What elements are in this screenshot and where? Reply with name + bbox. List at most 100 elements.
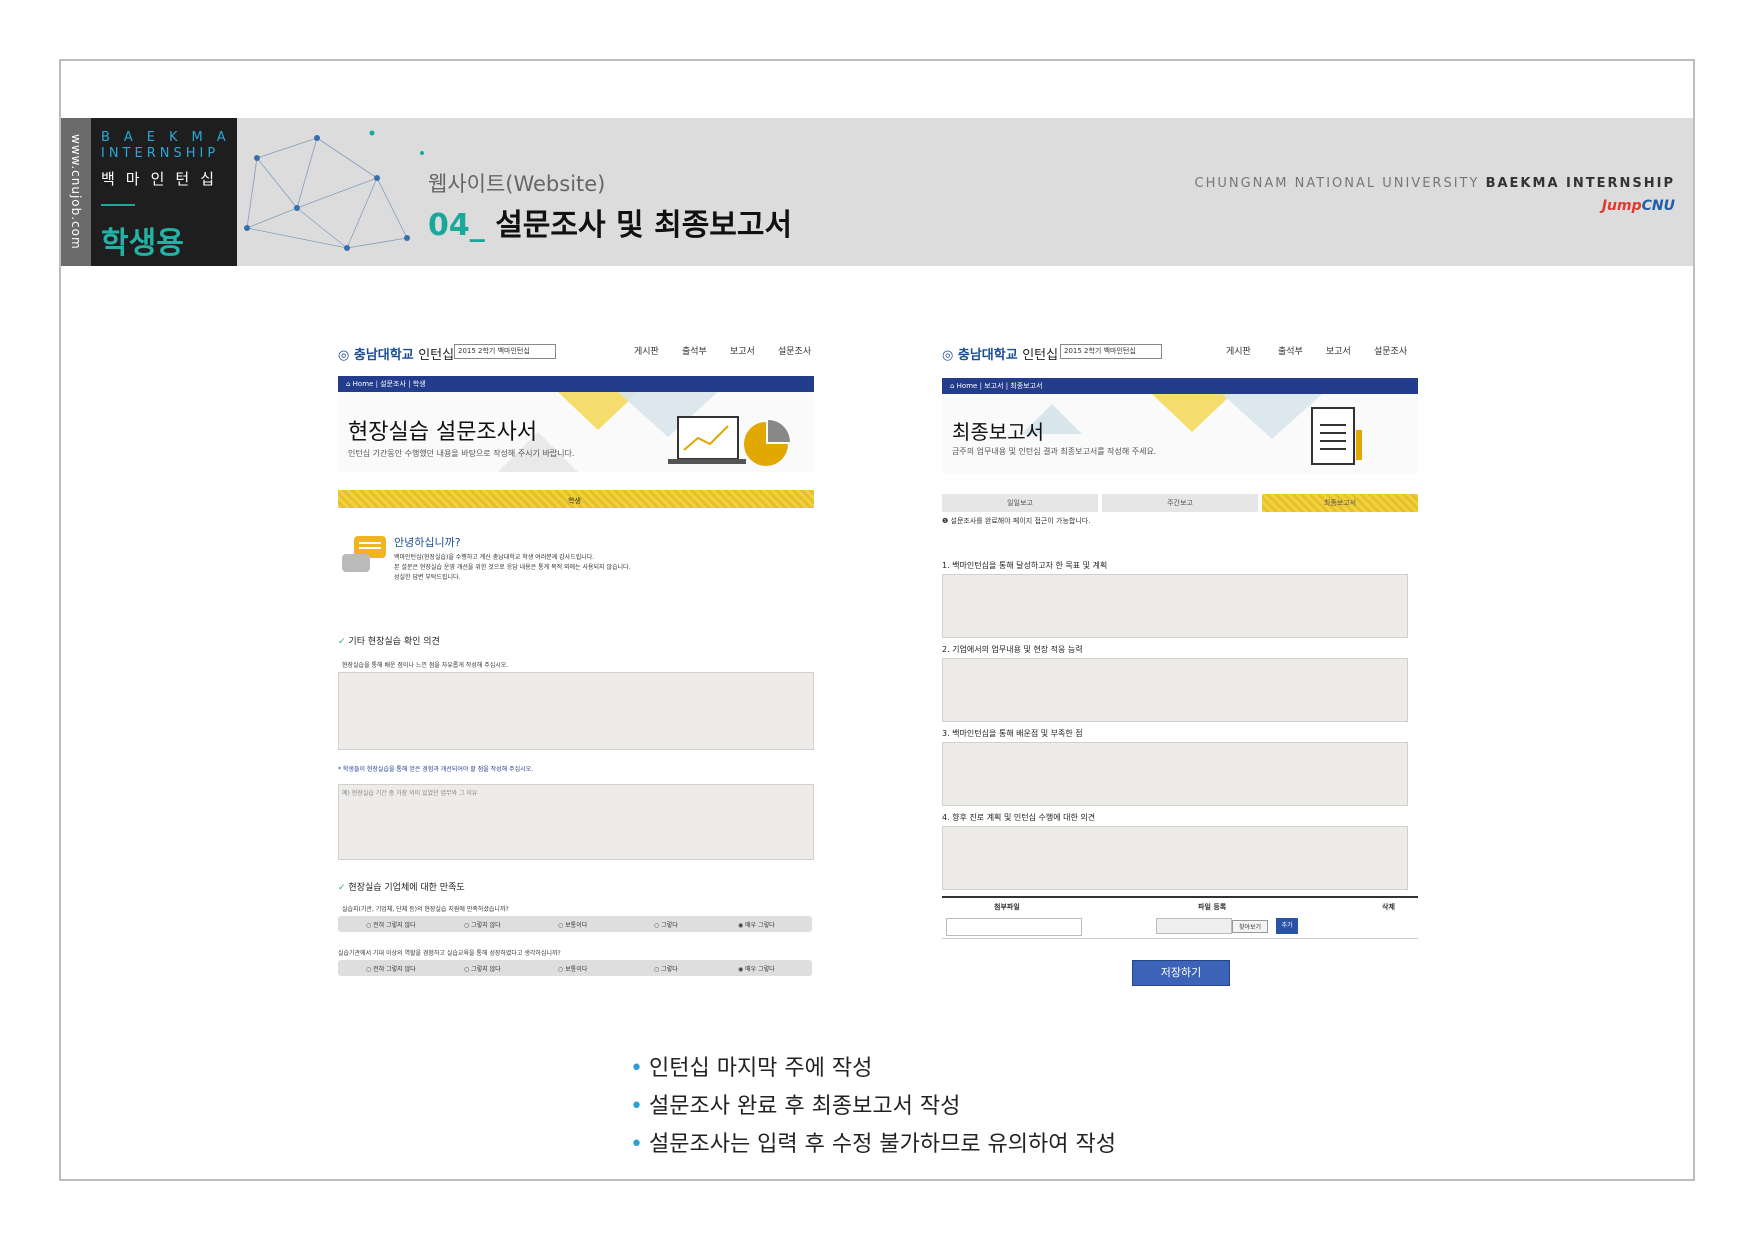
bullet-dot-icon: • xyxy=(630,1056,643,1081)
badge-line1: BAEKMA xyxy=(101,130,240,145)
answer-textarea-1[interactable] xyxy=(338,672,814,750)
nav-survey[interactable]: 설문조사 xyxy=(1374,344,1407,357)
term-select[interactable]: 2015 2학기 백마인턴십 xyxy=(454,344,556,359)
intro-line3: 성실한 답변 부탁드립니다. xyxy=(394,574,461,581)
header-subtitle: 웹사이트(Website) xyxy=(428,172,606,196)
radio-option[interactable]: ○ 그렇지 않다 xyxy=(464,920,501,929)
nav-attendance[interactable]: 출석부 xyxy=(1278,344,1303,357)
jump-cnu-logo: JumpCNU xyxy=(1602,198,1675,214)
question-3: 실습지(기관, 기업체, 단체 등)의 현장실습 지원에 만족하셨습니까? xyxy=(342,906,509,913)
intro-line2: 본 설문은 현장실습 운영 개선을 위한 것으로 응답 내용은 통계 목적 외에… xyxy=(394,564,631,571)
badge-divider xyxy=(101,204,135,206)
hero-description: 인턴십 기간동안 수행했던 내용을 바탕으로 작성해 주시기 바랍니다. xyxy=(348,449,575,458)
report-question-2: 2. 기업에서의 업무내용 및 현장 적응 능력 xyxy=(942,645,1083,654)
logo-suffix: 인턴십 xyxy=(418,348,455,363)
breadcrumb[interactable]: ⌂ Home | 설문조사 | 학생 xyxy=(338,376,814,392)
report-screenshot: ◎ 충남대학교 인턴십 2015 2학기 백마인턴십 게시판 출석부 보고서 설… xyxy=(942,338,1418,988)
badge-line3: 백마인턴십 xyxy=(101,170,226,188)
nav-report[interactable]: 보고서 xyxy=(730,344,755,357)
radio-row-q3: ○ 전혀 그렇지 않다 ○ 그렇지 않다 ○ 보통이다 ○ 그렇다 ◉ 매우 그… xyxy=(338,916,812,932)
university-prefix: CHUNGNAM NATIONAL UNIVERSITY xyxy=(1194,176,1480,191)
check-icon: ✓ xyxy=(338,637,346,647)
file-path-input[interactable] xyxy=(1156,918,1232,934)
option-label: 전혀 그렇지 않다 xyxy=(373,966,416,973)
bullet-dot-icon: • xyxy=(630,1094,643,1119)
radio-option[interactable]: ○ 그렇지 않다 xyxy=(464,964,501,973)
radio-option[interactable]: ○ 보통이다 xyxy=(558,920,587,929)
radio-option-selected[interactable]: ◉ 매우 그렇다 xyxy=(738,920,775,929)
site-url: www.cnujob.com xyxy=(61,118,91,266)
university-name: CHUNGNAM NATIONAL UNIVERSITY BAEKMA INTE… xyxy=(1195,176,1675,191)
radio-option[interactable]: ○ 그렇다 xyxy=(654,920,678,929)
radio-row-q4: ○ 전혀 그렇지 않다 ○ 그렇지 않다 ○ 보통이다 ○ 그렇다 ◉ 매우 그… xyxy=(338,960,812,976)
hero-title: 최종보고서 xyxy=(952,420,1044,444)
hero-description: 금주의 업무내용 및 인턴십 결과 최종보고서를 작성해 주세요. xyxy=(952,447,1157,456)
col-attachment: 첨부파일 xyxy=(994,903,1020,911)
tab-daily[interactable]: 일일보고 xyxy=(942,494,1098,512)
notice: ❶ 설문조사를 완료해야 페이지 접근이 가능합니다. xyxy=(942,517,1091,525)
question-4: 실습기관에서 기대 이상의 역할을 경험하고 실습교육을 통해 성장하였다고 생… xyxy=(338,950,561,957)
bullet-item: • 설문조사 완료 후 최종보고서 작성 xyxy=(630,1088,1116,1126)
nav-attendance[interactable]: 출석부 xyxy=(682,344,707,357)
tab-final[interactable]: 최종보고서 xyxy=(1262,494,1418,512)
report-textarea-4[interactable] xyxy=(942,826,1408,890)
report-textarea-1[interactable] xyxy=(942,574,1408,638)
tab-student[interactable]: 학생 xyxy=(568,496,581,506)
hero-banner: 현장실습 설문조사서 인턴십 기간동안 수행했던 내용을 바탕으로 작성해 주시… xyxy=(338,392,814,472)
table-top-rule xyxy=(942,896,1418,898)
attachment-name-input[interactable] xyxy=(946,918,1082,936)
option-label: 그렇지 않다 xyxy=(471,966,501,973)
site-logo[interactable]: ◎ 충남대학교 인턴십 xyxy=(338,344,454,363)
greeting: 안녕하십니까? xyxy=(394,536,461,549)
radio-option[interactable]: ○ 전혀 그렇지 않다 xyxy=(366,964,416,973)
save-button[interactable]: 저장하기 xyxy=(1132,960,1230,986)
logo-text: 충남대학교 xyxy=(957,348,1018,363)
section-other-opinion-label: 기타 현장실습 확인 의견 xyxy=(348,637,440,647)
hero-banner: 최종보고서 금주의 업무내용 및 인턴십 결과 최종보고서를 작성해 주세요. xyxy=(942,394,1418,474)
textarea-2-placeholder: 예) 현장실습 기간 중 가장 의미 있었던 업무와 그 이유 xyxy=(342,790,478,797)
option-label: 보통이다 xyxy=(565,922,588,929)
radio-option[interactable]: ○ 보통이다 xyxy=(558,964,587,973)
audience-label: 학생용 xyxy=(101,226,184,261)
term-select[interactable]: 2015 2학기 백마인턴십 xyxy=(1060,344,1162,359)
add-button[interactable]: 추가 xyxy=(1276,918,1298,934)
bullet-text: 인턴십 마지막 주에 작성 xyxy=(648,1056,873,1081)
nav-report[interactable]: 보고서 xyxy=(1326,344,1351,357)
speech-bubble-icon xyxy=(342,536,386,572)
logo-suffix: 인턴십 xyxy=(1022,348,1059,363)
tab-weekly[interactable]: 주간보고 xyxy=(1102,494,1258,512)
browse-button[interactable]: 찾아보기 xyxy=(1232,920,1269,933)
nav-board[interactable]: 게시판 xyxy=(1226,344,1251,357)
hero-title: 현장실습 설문조사서 xyxy=(348,420,538,445)
report-textarea-3[interactable] xyxy=(942,742,1408,806)
site-logo[interactable]: ◎ 충남대학교 인턴십 xyxy=(942,344,1058,363)
question-2-note: * 학생들이 현장실습을 통해 얻은 경험과 개선되어야 할 점을 작성해 주십… xyxy=(338,766,534,773)
section-other-opinion: ✓ 기타 현장실습 확인 의견 xyxy=(338,634,440,647)
bullet-text: 설문조사 완료 후 최종보고서 작성 xyxy=(648,1094,961,1119)
report-question-3: 3. 백마인턴십을 통해 배운점 및 부족한 점 xyxy=(942,729,1083,738)
bullet-dot-icon: • xyxy=(630,1132,643,1157)
title-number: 04_ xyxy=(428,208,485,243)
cnu-text: CNU xyxy=(1641,198,1675,214)
jump-text: Jump xyxy=(1601,198,1642,214)
survey-screenshot: ◎ 충남대학교 인턴십 2015 2학기 백마인턴십 게시판 출석부 보고서 설… xyxy=(338,338,814,978)
option-label: 전혀 그렇지 않다 xyxy=(373,922,416,929)
bullet-item: • 설문조사는 입력 후 수정 불가하므로 유의하여 작성 xyxy=(630,1126,1116,1164)
header-title: 04_ 설문조사 및 최종보고서 xyxy=(428,200,792,244)
radio-option[interactable]: ○ 전혀 그렇지 않다 xyxy=(366,920,416,929)
guide-bullets: • 인턴십 마지막 주에 작성 • 설문조사 완료 후 최종보고서 작성 • 설문조사… xyxy=(630,1050,1116,1164)
col-file-upload: 파일 등록 xyxy=(1198,903,1227,911)
nav-board[interactable]: 게시판 xyxy=(634,344,659,357)
section-satisfaction-label: 현장실습 기업체에 대한 만족도 xyxy=(348,883,465,893)
col-delete: 삭제 xyxy=(1382,903,1395,911)
report-textarea-2[interactable] xyxy=(942,658,1408,722)
radio-option[interactable]: ○ 그렇다 xyxy=(654,964,678,973)
option-label: 그렇다 xyxy=(661,922,678,929)
radio-option-selected[interactable]: ◉ 매우 그렇다 xyxy=(738,964,775,973)
nav-survey[interactable]: 설문조사 xyxy=(778,344,811,357)
option-label: 그렇다 xyxy=(661,966,678,973)
network-graphic xyxy=(244,130,424,251)
breadcrumb[interactable]: ⌂ Home | 보고서 | 최종보고서 xyxy=(942,378,1418,394)
option-label: 매우 그렇다 xyxy=(745,966,775,973)
badge-line2: INTERNSHIP xyxy=(101,146,220,161)
